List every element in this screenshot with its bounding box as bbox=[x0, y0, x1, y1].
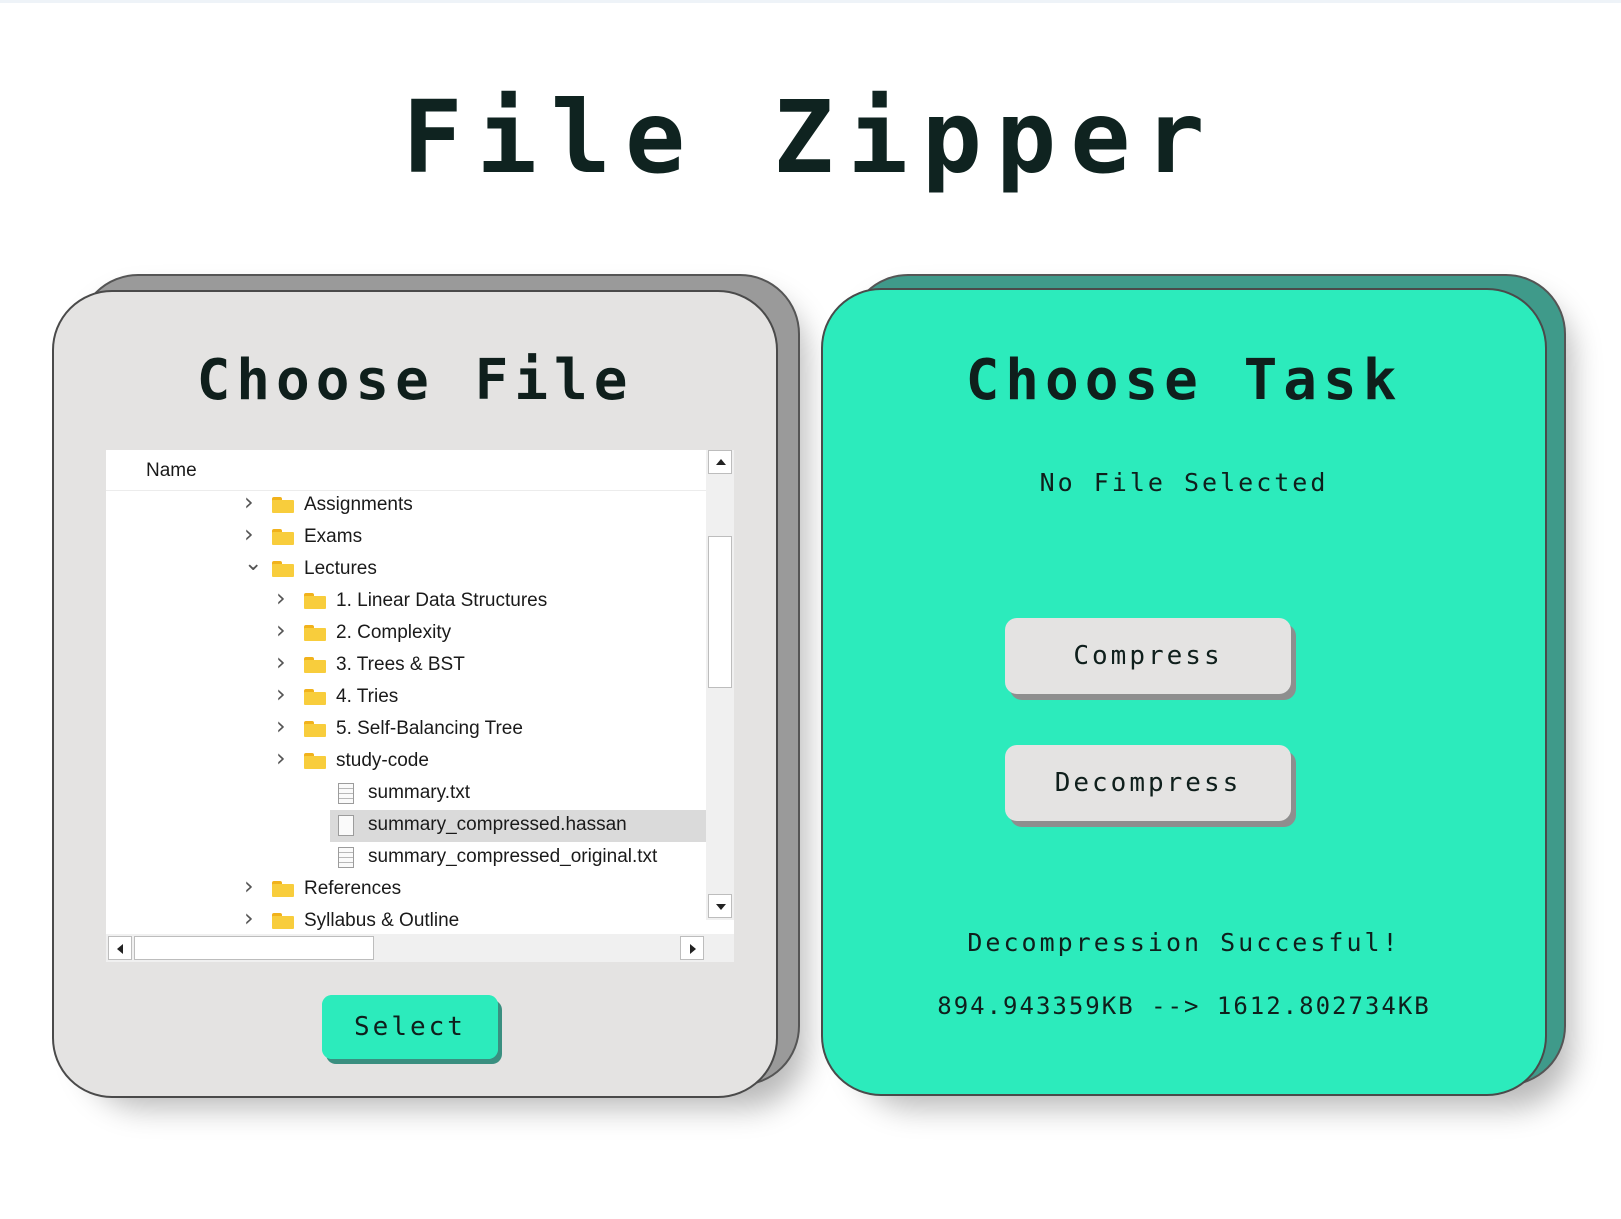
tree-item-label: summary_compressed.hassan bbox=[368, 814, 627, 835]
tree-file-row[interactable]: summary.txt bbox=[106, 778, 706, 810]
chevron-right-icon[interactable]: › bbox=[276, 714, 290, 738]
tree-folder-row[interactable]: › 4. Tries bbox=[106, 682, 706, 714]
folder-icon bbox=[304, 721, 326, 737]
tree-file-row[interactable]: summary_compressed_original.txt bbox=[106, 842, 706, 874]
text-file-icon bbox=[338, 783, 354, 804]
choose-file-panel: Choose File Name › Assignments › Exams ⌄ Lect… bbox=[52, 290, 778, 1098]
compress-button[interactable]: Compress bbox=[1005, 618, 1291, 694]
chevron-right-icon[interactable]: › bbox=[244, 522, 258, 546]
folder-icon bbox=[304, 753, 326, 769]
horizontal-scroll-thumb[interactable] bbox=[134, 936, 374, 960]
tree-item-label: 1. Linear Data Structures bbox=[336, 590, 548, 611]
choose-task-panel: Choose Task No File Selected Compress De… bbox=[821, 288, 1547, 1096]
tree-folder-row[interactable]: › 3. Trees & BST bbox=[106, 650, 706, 682]
tree-item-label: summary_compressed_original.txt bbox=[368, 846, 658, 867]
tree-folder-row[interactable]: › References bbox=[106, 874, 706, 906]
select-button[interactable]: Select bbox=[322, 995, 498, 1059]
folder-icon bbox=[304, 657, 326, 673]
chevron-right-icon[interactable]: › bbox=[244, 874, 258, 898]
top-strip bbox=[0, 0, 1621, 3]
size-change-readout: 894.943359KB --> 1612.802734KB bbox=[937, 992, 1431, 1020]
tree-folder-row[interactable]: › 2. Complexity bbox=[106, 618, 706, 650]
tree-item-label: study-code bbox=[336, 750, 429, 771]
tree-item-label: 3. Trees & BST bbox=[336, 654, 465, 675]
tree-folder-row[interactable]: › Syllabus & Outline bbox=[106, 906, 706, 934]
folder-icon bbox=[304, 593, 326, 609]
tree-item-label: 4. Tries bbox=[336, 686, 399, 707]
selected-file-status: No File Selected bbox=[1039, 468, 1329, 497]
chevron-right-icon[interactable]: › bbox=[276, 650, 290, 674]
folder-icon bbox=[272, 881, 294, 897]
result-message: Decompression Succesful! bbox=[967, 928, 1401, 957]
horizontal-scrollbar[interactable] bbox=[106, 934, 734, 962]
tree-rows: › Assignments › Exams ⌄ Lectures › 1. Linear Da… bbox=[106, 490, 706, 934]
app-title: File Zipper bbox=[402, 79, 1219, 196]
chevron-down-icon[interactable]: ⌄ bbox=[244, 553, 262, 575]
scroll-right-button[interactable] bbox=[680, 936, 704, 960]
tree-folder-row[interactable]: ⌄ Lectures bbox=[106, 553, 706, 586]
folder-icon bbox=[304, 625, 326, 641]
tree-item-label: References bbox=[304, 878, 402, 899]
folder-icon bbox=[304, 689, 326, 705]
scroll-down-button[interactable] bbox=[708, 894, 732, 918]
tree-folder-row[interactable]: › Exams bbox=[106, 522, 706, 554]
chevron-right-icon[interactable]: › bbox=[244, 490, 258, 514]
choose-task-heading: Choose Task bbox=[965, 348, 1403, 413]
tree-item-label: 5. Self-Balancing Tree bbox=[336, 718, 523, 739]
folder-icon bbox=[272, 913, 294, 929]
chevron-right-icon[interactable]: › bbox=[276, 682, 290, 706]
tree-item-label: Assignments bbox=[304, 494, 413, 515]
chevron-right-icon[interactable]: › bbox=[244, 906, 258, 930]
folder-icon bbox=[272, 561, 294, 577]
tree-item-label: summary.txt bbox=[368, 782, 471, 803]
tree-item-label: Exams bbox=[304, 526, 363, 547]
choose-file-heading: Choose File bbox=[196, 348, 634, 413]
tree-column-header[interactable]: Name bbox=[106, 450, 706, 491]
tree-item-label: Lectures bbox=[304, 558, 377, 579]
chevron-right-icon[interactable]: › bbox=[276, 618, 290, 642]
scroll-up-button[interactable] bbox=[708, 450, 732, 474]
tree-folder-row[interactable]: › 1. Linear Data Structures bbox=[106, 586, 706, 618]
folder-icon bbox=[272, 497, 294, 513]
tree-item-label: Syllabus & Outline bbox=[304, 910, 460, 931]
name-column-label: Name bbox=[146, 460, 197, 481]
folder-icon bbox=[272, 529, 294, 545]
tree-folder-row[interactable]: › study-code bbox=[106, 746, 706, 778]
scroll-left-button[interactable] bbox=[108, 936, 132, 960]
decompress-button[interactable]: Decompress bbox=[1005, 745, 1291, 821]
vertical-scroll-thumb[interactable] bbox=[708, 536, 732, 688]
chevron-right-icon[interactable]: › bbox=[276, 746, 290, 770]
tree-item-label: 2. Complexity bbox=[336, 622, 452, 643]
tree-file-row[interactable]: summary_compressed.hassan bbox=[106, 810, 706, 842]
tree-folder-row[interactable]: › 5. Self-Balancing Tree bbox=[106, 714, 706, 746]
chevron-right-icon[interactable]: › bbox=[276, 586, 290, 610]
text-file-icon bbox=[338, 847, 354, 868]
tree-folder-row[interactable]: › Assignments bbox=[106, 490, 706, 522]
file-tree-view[interactable]: Name › Assignments › Exams ⌄ Lectures › 1. Line… bbox=[106, 450, 734, 962]
vertical-scrollbar[interactable] bbox=[706, 450, 734, 920]
file-icon bbox=[338, 815, 354, 836]
